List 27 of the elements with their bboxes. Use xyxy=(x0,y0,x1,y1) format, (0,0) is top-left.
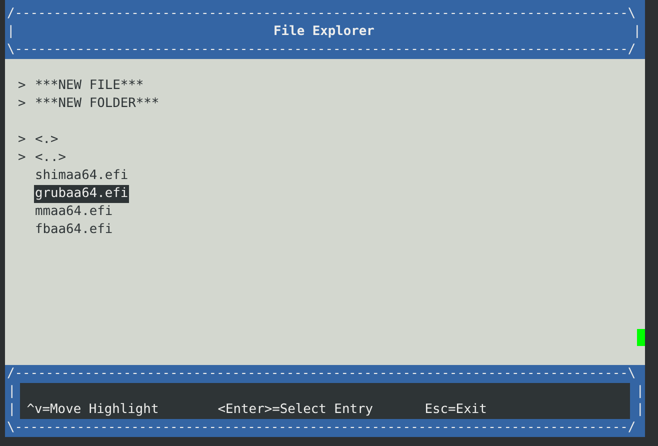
cursor-block xyxy=(637,329,645,346)
border-line: \-------------------------------------------------------------------------------/ xyxy=(6,41,637,59)
file-entry[interactable]: grubaa64.efi xyxy=(34,185,130,203)
file-entry[interactable]: <..> xyxy=(34,149,68,167)
window-title: File Explorer xyxy=(274,23,374,41)
border-edge: | xyxy=(633,23,641,41)
file-entry[interactable]: <.> xyxy=(34,131,60,149)
border-line: \-------------------------------------------------------------------------------/ xyxy=(6,419,637,437)
entry-marker: > xyxy=(18,131,27,149)
file-entry[interactable]: ***NEW FILE*** xyxy=(34,77,145,95)
border-line: /-------------------------------------------------------------------------------\ xyxy=(6,365,637,383)
border-line: /-------------------------------------------------------------------------------\ xyxy=(6,5,637,23)
border-edge: | xyxy=(7,23,15,41)
border-edge: | xyxy=(636,383,644,401)
entry-marker: > xyxy=(18,149,27,167)
border-edge: | xyxy=(636,401,644,419)
entry-marker: > xyxy=(18,77,27,95)
key-hint: ^v=Move Highlight xyxy=(26,401,160,419)
file-entry[interactable]: mmaa64.efi xyxy=(34,203,114,221)
file-entry[interactable]: shimaa64.efi xyxy=(34,167,130,185)
border-edge: | xyxy=(8,401,16,419)
file-entry[interactable]: ***NEW FOLDER*** xyxy=(34,95,160,113)
entry-marker: > xyxy=(18,95,27,113)
file-entry[interactable]: fbaa64.efi xyxy=(34,221,114,239)
key-hint: <Enter>=Select Entry xyxy=(218,401,374,419)
key-hint: Esc=Exit xyxy=(424,401,487,419)
border-edge: | xyxy=(8,383,16,401)
